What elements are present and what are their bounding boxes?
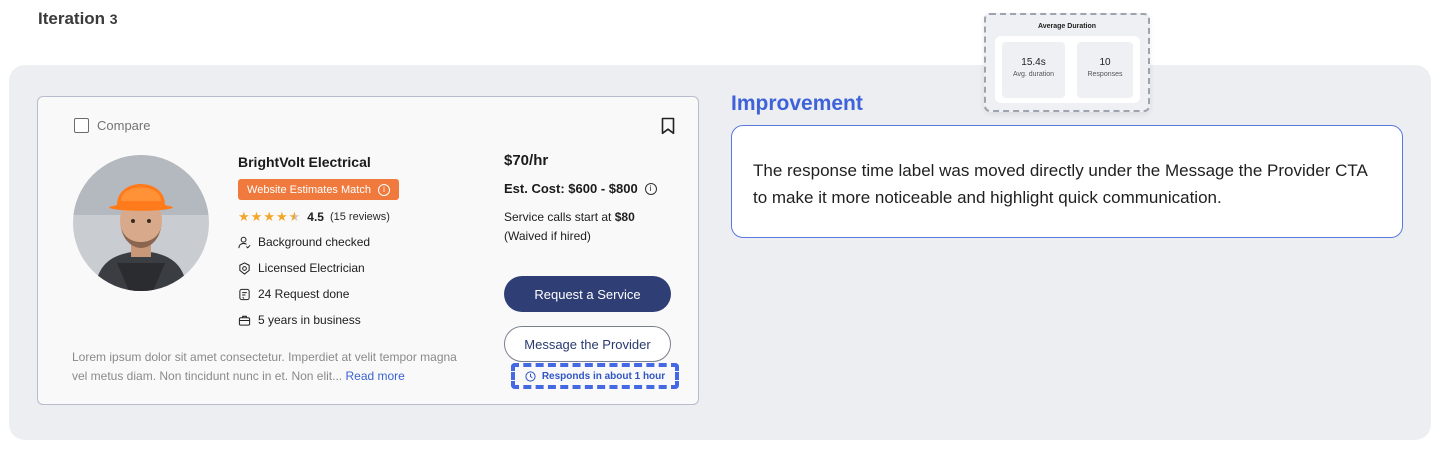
service-calls-note: Service calls start at $80 (Waived if hi… xyxy=(504,208,635,246)
provider-card: Compare BrightVolt Electrical Website Es… xyxy=(37,96,699,405)
feature-label: 5 years in business xyxy=(258,313,361,327)
compare-toggle[interactable]: Compare xyxy=(74,118,150,133)
iteration-label: Iteration xyxy=(38,9,106,28)
rating-score: 4.5 xyxy=(307,210,324,224)
est-cost-label: Est. Cost: $600 - $800 xyxy=(504,181,638,196)
message-provider-button[interactable]: Message the Provider xyxy=(504,326,671,362)
service-calls-amount: $80 xyxy=(614,210,635,224)
star-icon: ★ xyxy=(263,209,275,224)
stat-value: 15.4s xyxy=(1021,57,1046,68)
estimates-match-badge: Website Estimates Match i xyxy=(238,179,399,200)
stat-label: Avg. duration xyxy=(1012,71,1055,78)
service-calls-waived: (Waived if hired) xyxy=(504,229,591,243)
star-icon: ★ xyxy=(275,209,288,224)
feature-label: 24 Request done xyxy=(258,287,350,301)
iteration-title: Iteration 3 xyxy=(38,9,118,29)
feature-licensed: Licensed Electrician xyxy=(238,261,365,275)
average-duration-widget: Average Duration 15.4s Avg. duration 10 … xyxy=(984,13,1150,112)
stat-value: 10 xyxy=(1099,57,1111,68)
review-count[interactable]: (15 reviews) xyxy=(330,211,390,223)
improvement-text: The response time label was moved direct… xyxy=(753,161,1367,207)
rating-row: ★ ★ ★ ★ ★ 4.5 (15 reviews) xyxy=(238,209,390,225)
improvement-box: The response time label was moved direct… xyxy=(731,125,1403,238)
estimated-cost: Est. Cost: $600 - $800 i xyxy=(504,181,657,196)
avg-duration-panel: 15.4s Avg. duration 10 Responses xyxy=(995,36,1140,103)
compare-label: Compare xyxy=(97,118,151,133)
feature-requests: 24 Request done xyxy=(238,287,349,301)
feature-label: Licensed Electrician xyxy=(258,261,365,275)
stat-label: Responses xyxy=(1087,71,1123,78)
response-time-label: Responds in about 1 hour xyxy=(511,363,679,389)
feature-background-checked: Background checked xyxy=(238,235,370,249)
user-check-icon xyxy=(238,236,251,249)
service-calls-prefix: Service calls start at xyxy=(504,210,612,224)
hourly-price: $70/hr xyxy=(504,152,549,169)
compare-checkbox[interactable] xyxy=(74,118,89,133)
briefcase-icon xyxy=(238,315,251,326)
avg-duration-title: Average Duration xyxy=(1037,23,1097,30)
rating-stars: ★ ★ ★ ★ ★ xyxy=(238,209,300,225)
provider-description: Lorem ipsum dolor sit amet consectetur. … xyxy=(72,348,462,386)
avg-duration-stat: 15.4s Avg. duration xyxy=(1002,42,1065,98)
info-icon[interactable]: i xyxy=(644,182,657,195)
star-icon: ★ xyxy=(250,209,263,224)
iteration-number: 3 xyxy=(109,11,118,27)
info-icon[interactable]: i xyxy=(377,183,390,196)
read-more-link[interactable]: Read more xyxy=(345,369,404,383)
request-list-icon xyxy=(239,288,250,300)
request-service-button[interactable]: Request a Service xyxy=(504,276,671,312)
feature-label: Background checked xyxy=(258,235,371,249)
shield-badge-icon xyxy=(239,261,250,275)
star-icon: ★ xyxy=(238,209,250,224)
responses-stat: 10 Responses xyxy=(1077,42,1133,98)
feature-years: 5 years in business xyxy=(238,313,361,327)
improvement-title: Improvement xyxy=(731,92,863,115)
clock-icon xyxy=(525,370,536,382)
provider-name[interactable]: BrightVolt Electrical xyxy=(238,154,371,170)
bookmark-icon[interactable] xyxy=(661,117,675,135)
badge-label: Website Estimates Match xyxy=(247,183,371,196)
provider-avatar xyxy=(73,155,209,291)
responds-text: Responds in about 1 hour xyxy=(541,370,666,382)
half-star-icon: ★ xyxy=(288,209,301,224)
